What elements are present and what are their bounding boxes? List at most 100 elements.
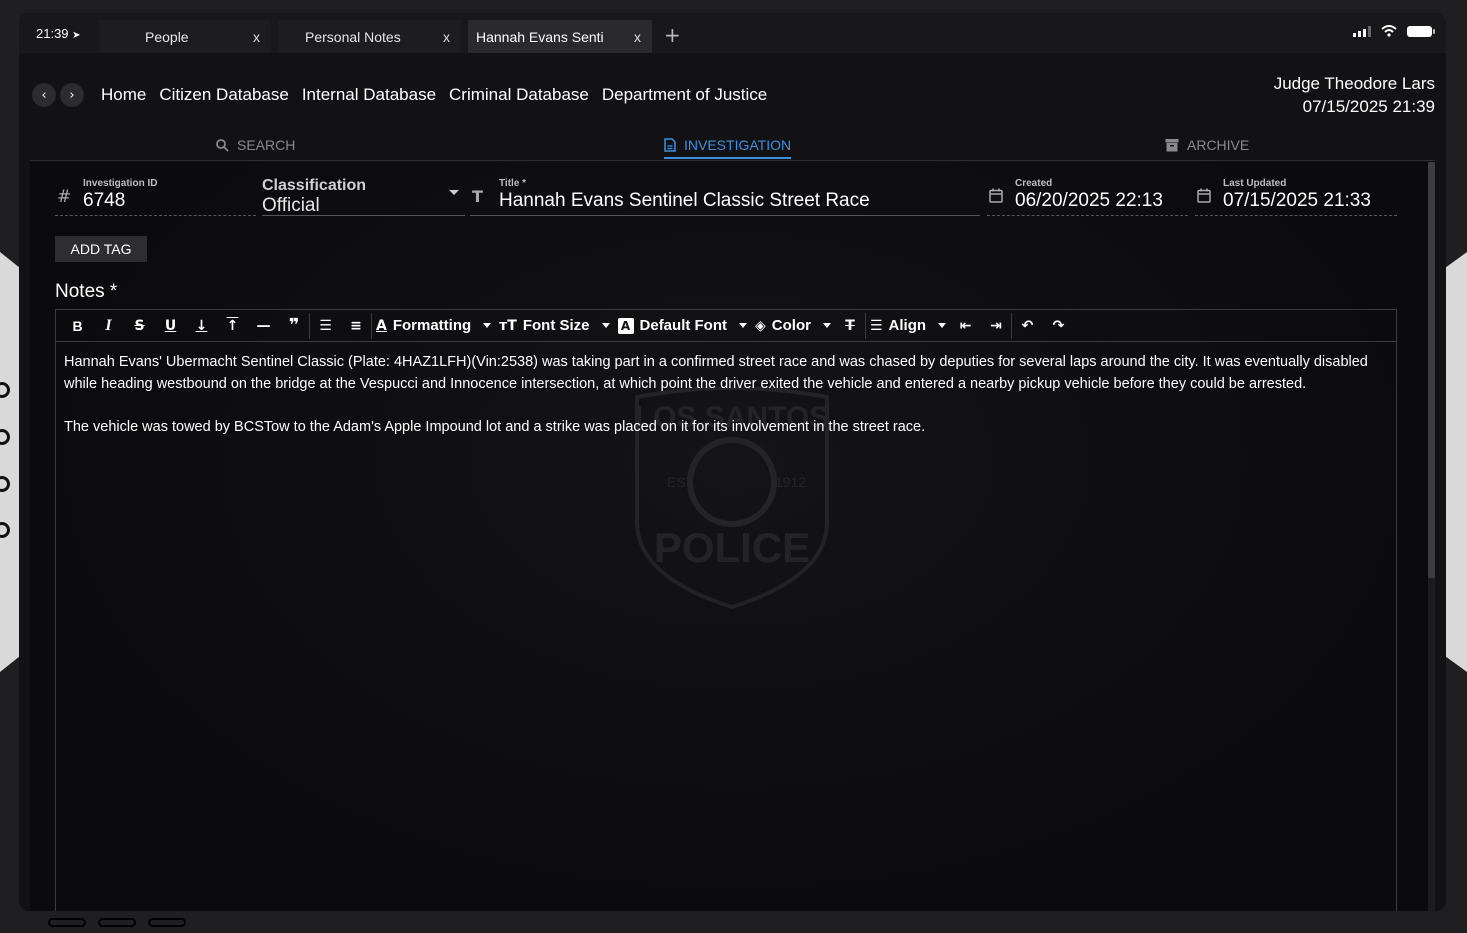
scrollbar[interactable] bbox=[1428, 162, 1435, 911]
investigation-panel: LOS SANTOS EST. 1912 POLICE # Investigat… bbox=[30, 162, 1435, 911]
home-pill bbox=[98, 918, 136, 927]
forward-button[interactable]: › bbox=[60, 83, 84, 107]
align-icon: ☰ bbox=[869, 317, 883, 334]
chevron-down-icon bbox=[739, 323, 748, 328]
notes-editor[interactable]: B I S U ↓ ↑ — ❞ ☰ ≡ A Formatting тT Font… bbox=[55, 309, 1397, 911]
document-icon bbox=[664, 138, 676, 152]
bold-button[interactable]: B bbox=[62, 313, 93, 339]
title-label: Title * bbox=[499, 178, 527, 189]
search-icon bbox=[216, 138, 229, 152]
outdent-icon: ⇤ bbox=[959, 317, 972, 334]
bullet-list-button[interactable]: ☰ bbox=[310, 313, 341, 339]
home-pill bbox=[48, 918, 86, 927]
tab-search[interactable]: SEARCH bbox=[216, 137, 295, 153]
tablet-screen: 21:39 ➤ People x Personal Notes x Hannah… bbox=[19, 13, 1446, 911]
battery-icon bbox=[1407, 25, 1435, 37]
title-value: Hannah Evans Sentinel Classic Street Rac… bbox=[499, 190, 870, 211]
classification-select[interactable]: Classification Official bbox=[262, 176, 465, 216]
nav-criminal-database[interactable]: Criminal Database bbox=[449, 85, 589, 105]
nav-home[interactable]: Home bbox=[101, 85, 146, 105]
text-type-icon: T bbox=[472, 187, 483, 206]
numbered-list-button[interactable]: ≡ bbox=[341, 312, 372, 339]
clear-format-icon: T bbox=[845, 317, 855, 334]
strikethrough-button[interactable]: S bbox=[124, 313, 155, 339]
tab-archive[interactable]: ARCHIVE bbox=[1165, 137, 1249, 153]
notes-paragraph: The vehicle was towed by BCSTow to the A… bbox=[64, 418, 926, 435]
subscript-button[interactable]: ↓ bbox=[186, 313, 217, 339]
device-bezel-right bbox=[1445, 252, 1467, 672]
status-clock: 21:39 ➤ bbox=[36, 26, 81, 41]
bezel-dot bbox=[0, 522, 10, 538]
tab-personal-notes[interactable]: Personal Notes x bbox=[278, 20, 461, 53]
undo-icon: ↶ bbox=[1021, 317, 1034, 334]
paint-bucket-icon: ◈ bbox=[755, 317, 766, 334]
chevron-down-icon bbox=[601, 323, 610, 328]
tab-close-icon[interactable]: x bbox=[634, 29, 641, 45]
align-label: Align bbox=[888, 317, 927, 334]
undo-button[interactable]: ↶ bbox=[1012, 313, 1043, 339]
redo-button[interactable]: ↷ bbox=[1043, 313, 1074, 339]
nav-internal-database[interactable]: Internal Database bbox=[302, 85, 436, 105]
italic-button[interactable]: I bbox=[93, 313, 124, 339]
font-family-label: Default Font bbox=[639, 317, 728, 334]
font-icon: A bbox=[617, 317, 634, 334]
home-indicator bbox=[48, 918, 186, 927]
last-updated-value: 07/15/2025 21:33 bbox=[1223, 190, 1371, 211]
superscript-button[interactable]: ↑ bbox=[217, 313, 248, 339]
notes-label: Notes * bbox=[55, 281, 118, 302]
font-family-dropdown[interactable]: A Default Font bbox=[614, 313, 752, 339]
add-tag-button[interactable]: ADD TAG bbox=[55, 236, 147, 262]
new-tab-icon[interactable]: + bbox=[664, 23, 681, 47]
font-size-icon: тT bbox=[499, 317, 517, 334]
redo-icon: ↷ bbox=[1052, 317, 1065, 334]
main-nav: Home Citizen Database Internal Database … bbox=[101, 85, 767, 105]
scrollbar-thumb[interactable] bbox=[1428, 162, 1435, 578]
color-label: Color bbox=[771, 317, 811, 334]
notes-content[interactable]: Hannah Evans' Ubermacht Sentinel Classic… bbox=[56, 342, 1396, 448]
tab-search-label: SEARCH bbox=[237, 137, 296, 153]
chevron-down-icon bbox=[822, 323, 831, 328]
device-bezel-left bbox=[0, 252, 20, 672]
color-dropdown[interactable]: ◈ Color bbox=[751, 313, 835, 339]
blockquote-button[interactable]: ❞ bbox=[279, 312, 310, 339]
created-date-field[interactable]: Created 06/20/2025 22:13 bbox=[987, 176, 1188, 216]
bezel-dot bbox=[0, 429, 10, 445]
tab-label: People bbox=[145, 28, 189, 45]
tab-label: Personal Notes bbox=[305, 28, 401, 45]
investigation-id-field[interactable]: # Investigation ID 6748 bbox=[55, 176, 256, 216]
created-label: Created bbox=[1015, 178, 1053, 189]
status-icons bbox=[1353, 25, 1435, 37]
bezel-dot bbox=[0, 476, 10, 492]
nav-citizen-database[interactable]: Citizen Database bbox=[159, 85, 288, 105]
tab-investigation[interactable]: INVESTIGATION bbox=[664, 137, 792, 159]
numbered-list-icon: ≡ bbox=[350, 317, 362, 334]
tab-label: Hannah Evans Senti bbox=[476, 28, 604, 45]
tab-people[interactable]: People x bbox=[99, 20, 271, 53]
bullet-list-icon: ☰ bbox=[319, 317, 332, 334]
indent-button[interactable]: ⇥ bbox=[981, 312, 1013, 339]
formatting-label: Formatting bbox=[392, 317, 472, 334]
underline-button[interactable]: U bbox=[155, 313, 186, 339]
formatting-dropdown[interactable]: A Formatting bbox=[372, 313, 495, 339]
chevron-down-icon bbox=[483, 323, 492, 328]
home-pill bbox=[148, 918, 186, 927]
horizontal-rule-button[interactable]: — bbox=[248, 313, 279, 339]
chevron-right-icon: › bbox=[69, 87, 75, 103]
last-updated-field[interactable]: Last Updated 07/15/2025 21:33 bbox=[1195, 176, 1397, 216]
view-tabs: SEARCH INVESTIGATION ARCHIVE bbox=[30, 133, 1435, 161]
title-field[interactable]: T Title * Hannah Evans Sentinel Classic … bbox=[470, 176, 980, 216]
tab-bar: 21:39 ➤ People x Personal Notes x Hannah… bbox=[19, 13, 1446, 53]
tab-close-icon[interactable]: x bbox=[253, 29, 260, 45]
back-button[interactable]: ‹ bbox=[32, 83, 56, 107]
font-size-dropdown[interactable]: тT Font Size bbox=[495, 313, 613, 339]
tab-hannah-evans[interactable]: Hannah Evans Senti x bbox=[468, 20, 652, 53]
nav-department-of-justice[interactable]: Department of Justice bbox=[602, 85, 767, 105]
archive-icon bbox=[1165, 139, 1179, 152]
outdent-button[interactable]: ⇤ bbox=[950, 313, 981, 339]
last-updated-label: Last Updated bbox=[1223, 178, 1287, 189]
clear-formatting-button[interactable]: T bbox=[835, 312, 866, 339]
align-dropdown[interactable]: ☰ Align bbox=[866, 313, 950, 339]
tab-close-icon[interactable]: x bbox=[443, 29, 450, 45]
chevron-left-icon: ‹ bbox=[41, 87, 47, 103]
classification-label: Classification bbox=[262, 177, 367, 194]
